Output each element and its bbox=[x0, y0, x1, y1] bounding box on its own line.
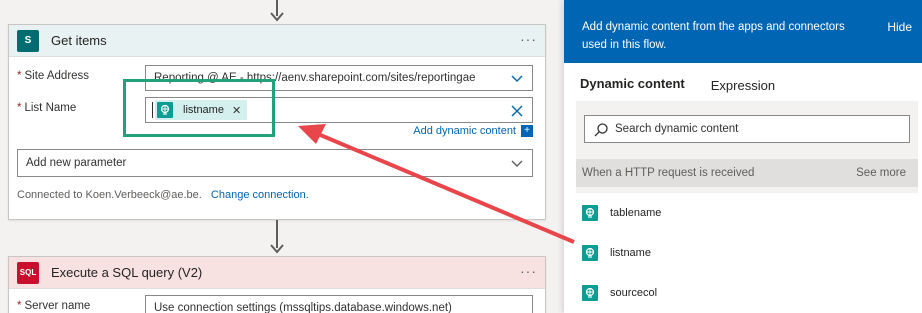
section-http-request: When a HTTP request is received See more bbox=[576, 159, 918, 187]
get-items-title: Get items bbox=[51, 33, 107, 48]
highlight-box bbox=[123, 79, 275, 137]
change-connection-link[interactable]: Change connection. bbox=[211, 189, 309, 201]
chevron-down-icon bbox=[511, 75, 523, 82]
http-request-icon bbox=[582, 285, 598, 301]
add-new-parameter-label: Add new parameter bbox=[26, 157, 127, 169]
panel-body: Search dynamic content When a HTTP reque… bbox=[576, 101, 918, 313]
search-dynamic-content-input[interactable]: Search dynamic content bbox=[584, 115, 910, 143]
sql-query-title: Execute a SQL query (V2) bbox=[51, 265, 203, 280]
server-name-dropdown[interactable]: Use connection settings (mssqltips.datab… bbox=[145, 295, 533, 313]
clear-icon[interactable] bbox=[510, 104, 524, 118]
more-options-icon[interactable]: ··· bbox=[520, 263, 537, 279]
server-name-value: Use connection settings (mssqltips.datab… bbox=[154, 302, 452, 313]
server-name-row: * Server name Use connection settings (ms… bbox=[17, 295, 533, 313]
top-connector-arrow bbox=[270, 0, 284, 24]
search-placeholder: Search dynamic content bbox=[615, 123, 739, 135]
more-options-icon[interactable]: ··· bbox=[520, 31, 537, 47]
panel-tabs: Dynamic content Expression bbox=[564, 63, 922, 103]
site-address-label: * Site Address bbox=[17, 70, 90, 82]
chevron-down-icon bbox=[511, 160, 523, 167]
add-dynamic-content-link[interactable]: Add dynamic content + bbox=[413, 125, 533, 137]
connected-text: Connected to Koen.Verbeeck@ae.be. bbox=[17, 189, 202, 201]
panel-header-text: Add dynamic content from the apps and co… bbox=[582, 21, 845, 51]
dynamic-item-tablename[interactable]: tablename bbox=[576, 193, 918, 233]
http-request-icon bbox=[582, 205, 598, 221]
site-address-row: * Site Address Reporting @ AE - https://a… bbox=[17, 65, 533, 91]
list-name-row: * List Name listname ✕ bbox=[17, 97, 533, 123]
dynamic-item-listname[interactable]: listname bbox=[576, 233, 918, 273]
server-name-label: * Server name bbox=[17, 300, 91, 312]
add-dynamic-content-label: Add dynamic content bbox=[413, 125, 516, 137]
see-more-link[interactable]: See more bbox=[856, 167, 906, 179]
panel-header: Add dynamic content from the apps and co… bbox=[564, 0, 922, 63]
tab-dynamic-content[interactable]: Dynamic content bbox=[580, 76, 685, 103]
plus-icon: + bbox=[521, 125, 533, 137]
connection-info: Connected to Koen.Verbeeck@ae.be. Change… bbox=[17, 189, 309, 201]
middle-connector-arrow bbox=[270, 220, 284, 256]
section-title: When a HTTP request is received bbox=[582, 167, 755, 179]
sql-query-header[interactable]: SQL Execute a SQL query (V2) ··· bbox=[9, 257, 545, 289]
dynamic-item-sourcecol[interactable]: sourcecol bbox=[576, 273, 918, 313]
dynamic-content-panel: Add dynamic content from the apps and co… bbox=[564, 0, 922, 313]
dynamic-item-label: tablename bbox=[610, 207, 662, 219]
add-new-parameter-dropdown[interactable]: Add new parameter bbox=[17, 149, 533, 177]
tab-expression[interactable]: Expression bbox=[711, 78, 775, 103]
get-items-card: S Get items ··· * Site Address Reporting … bbox=[8, 24, 546, 220]
sharepoint-icon: S bbox=[17, 29, 39, 52]
get-items-header[interactable]: S Get items ··· bbox=[9, 25, 545, 57]
dynamic-item-label: sourcecol bbox=[610, 287, 658, 299]
dynamic-item-label: listname bbox=[610, 247, 651, 259]
sql-query-card: SQL Execute a SQL query (V2) ··· * Server… bbox=[8, 256, 546, 313]
hide-button[interactable]: Hide bbox=[887, 18, 912, 36]
http-request-icon bbox=[582, 245, 598, 261]
search-icon bbox=[594, 123, 608, 137]
sql-icon: SQL bbox=[17, 261, 39, 284]
list-name-label: * List Name bbox=[17, 102, 77, 114]
